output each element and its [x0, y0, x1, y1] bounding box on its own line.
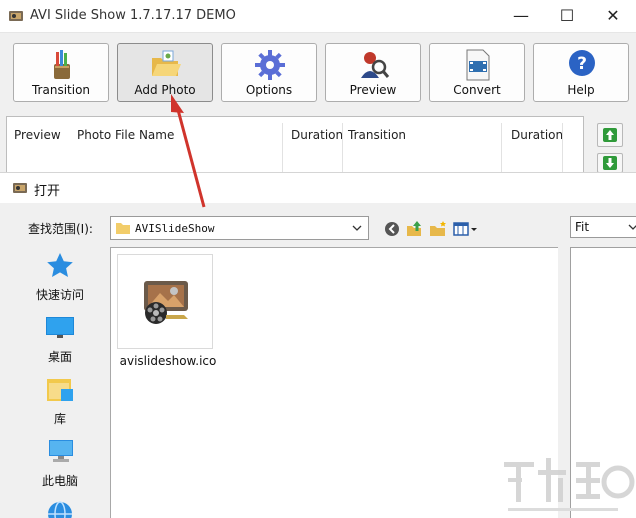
- desktop-icon: [46, 317, 74, 338]
- app-icon: [9, 11, 23, 21]
- folder-icon: [116, 223, 130, 234]
- convert-button[interactable]: Convert: [429, 43, 525, 102]
- main-toolbar: Transition Add Photo Options Preview Con…: [0, 32, 636, 110]
- preview-button[interactable]: Preview: [325, 43, 421, 102]
- help-button[interactable]: ? Help: [533, 43, 629, 102]
- place-quick-access[interactable]: 快速访问: [14, 251, 106, 309]
- maximize-button[interactable]: ☐: [544, 0, 590, 30]
- look-in-combo[interactable]: AVISlideShow: [110, 216, 369, 240]
- back-button[interactable]: [382, 219, 402, 239]
- slide-list-area: Preview Photo File Name Duration Transit…: [0, 110, 636, 176]
- place-label: 桌面: [47, 350, 72, 364]
- up-folder-button[interactable]: [404, 219, 424, 239]
- title-bar: AVI Slide Show 1.7.17.17 DEMO — ☐ ✕: [0, 0, 636, 32]
- back-arrow-icon: [385, 222, 399, 236]
- gear-icon: [255, 50, 285, 80]
- transition-label: Transition: [31, 83, 91, 97]
- place-this-pc[interactable]: 此电脑: [14, 437, 106, 495]
- view-menu-button[interactable]: [452, 219, 480, 239]
- column-separator: [501, 123, 502, 175]
- dialog-title: 打开: [34, 184, 61, 199]
- film-doc-icon: [466, 49, 490, 81]
- dialog-app-icon: [13, 183, 27, 193]
- add-photo-button[interactable]: Add Photo: [117, 43, 213, 102]
- place-network[interactable]: [14, 499, 106, 518]
- minimize-button[interactable]: —: [498, 0, 544, 30]
- transition-button[interactable]: Transition: [13, 43, 109, 102]
- file-item[interactable]: avislideshow.ico: [117, 254, 216, 374]
- new-folder-button[interactable]: [428, 219, 448, 239]
- column-duration[interactable]: Duration: [291, 128, 343, 142]
- svg-text:?: ?: [577, 54, 587, 74]
- convert-label: Convert: [453, 83, 501, 97]
- move-up-button[interactable]: [597, 123, 623, 147]
- library-icon: [47, 379, 73, 401]
- view-menu-icon: [453, 222, 477, 236]
- column-separator: [282, 123, 283, 175]
- place-desktop[interactable]: 桌面: [14, 313, 106, 371]
- column-separator: [562, 123, 563, 175]
- chevron-down-icon: [352, 225, 362, 231]
- brushes-icon: [54, 50, 70, 79]
- options-label: Options: [245, 83, 293, 97]
- fit-combo[interactable]: Fit: [570, 216, 636, 238]
- network-icon: [48, 501, 72, 518]
- add-photo-label: Add Photo: [134, 83, 196, 97]
- computer-icon: [49, 440, 73, 462]
- place-label: 快速访问: [35, 288, 84, 302]
- column-preview[interactable]: Preview: [14, 128, 61, 142]
- fit-value: Fit: [575, 220, 590, 234]
- column-separator: [342, 123, 343, 175]
- preview-label: Preview: [349, 83, 397, 97]
- file-thumbnail: [117, 254, 213, 349]
- look-in-label: 查找范围(I):: [28, 222, 93, 236]
- place-label: 此电脑: [41, 474, 78, 488]
- up-folder-icon: [407, 221, 421, 236]
- watermark-logo: [504, 458, 635, 511]
- film-reel-icon: [144, 281, 188, 324]
- column-photo-file-name[interactable]: Photo File Name: [77, 128, 174, 142]
- arrow-up-icon: [603, 128, 617, 142]
- new-folder-icon: [430, 221, 446, 236]
- look-in-value: AVISlideShow: [135, 222, 215, 235]
- magnifier-person-icon: [361, 52, 390, 78]
- options-button[interactable]: Options: [221, 43, 317, 102]
- star-icon: [47, 253, 73, 277]
- help-label: Help: [567, 83, 595, 97]
- help-icon: ?: [569, 50, 595, 76]
- dialog-title-bar: 打开: [0, 173, 636, 203]
- arrow-down-icon: [603, 156, 617, 170]
- places-bar: 快速访问 桌面 库 此电脑: [14, 247, 106, 518]
- place-label: 库: [53, 412, 66, 426]
- column-transition-duration[interactable]: Duration: [511, 128, 563, 142]
- folder-open-icon: [152, 50, 181, 76]
- place-libraries[interactable]: 库: [14, 375, 106, 433]
- move-down-button[interactable]: [597, 153, 623, 173]
- chevron-down-icon: [628, 224, 636, 230]
- close-button[interactable]: ✕: [590, 0, 636, 30]
- file-list[interactable]: avislideshow.ico: [110, 247, 558, 518]
- slide-list[interactable]: Preview Photo File Name Duration Transit…: [6, 116, 584, 176]
- file-name: avislideshow.ico: [119, 354, 217, 368]
- column-transition[interactable]: Transition: [348, 128, 406, 142]
- window-title: AVI Slide Show 1.7.17.17 DEMO: [30, 8, 236, 23]
